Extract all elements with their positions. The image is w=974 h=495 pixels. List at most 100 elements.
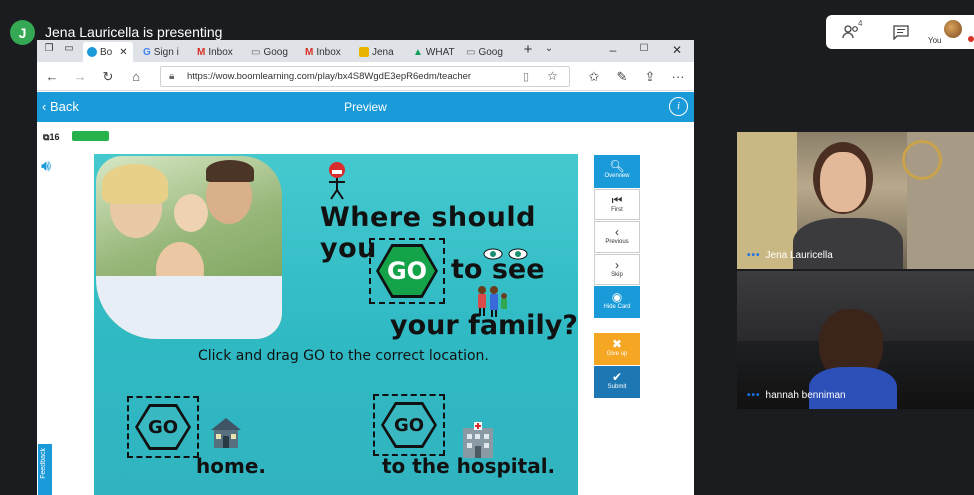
window-close-icon[interactable]: ✕ <box>667 43 687 57</box>
participant-name-text: hannah benniman <box>765 390 846 401</box>
boy-clipart-icon <box>329 162 345 200</box>
checkmark-icon: ✔ <box>611 370 623 384</box>
tab-inbox-1[interactable]: M Inbox <box>193 42 243 62</box>
url-text: https://wow.boomlearning.com/play/bx4S8W… <box>187 71 472 82</box>
tab-label: Jena <box>372 46 394 58</box>
tab-label: Goog <box>478 46 503 58</box>
page-icon: ▭ <box>251 46 261 58</box>
notification-dot <box>968 36 974 42</box>
minimize-icon[interactable]: – <box>603 43 623 57</box>
google-icon: G <box>143 46 151 58</box>
drive-icon: ▲ <box>413 46 423 58</box>
go-outline-label: GO <box>138 407 188 447</box>
presenter-avatar: J <box>10 20 35 45</box>
go-outline-label: GO <box>384 405 434 445</box>
overview-label: Overview <box>604 173 630 179</box>
participant-tile-1[interactable]: ••• Jena Lauricella <box>737 132 974 269</box>
give-up-label: Give up <box>606 351 628 357</box>
back-arrow-icon[interactable]: ← <box>43 68 61 86</box>
favorites-icon[interactable]: ✩ <box>585 68 603 86</box>
info-icon[interactable]: i <box>669 97 688 116</box>
hide-card-label: Hide Card <box>603 304 631 310</box>
maximize-icon[interactable]: ☐ <box>634 43 654 54</box>
tab-google-1[interactable]: ▭ Goog <box>247 42 297 62</box>
you-avatar[interactable] <box>944 20 962 38</box>
refresh-icon[interactable]: ↻ <box>99 68 117 86</box>
first-label: First <box>611 207 623 213</box>
tab-label: Inbox <box>316 46 341 58</box>
previous-button[interactable]: ‹ Previous <box>594 221 640 253</box>
overview-button[interactable]: 🔍︎ Overview <box>594 155 640 188</box>
chat-icon[interactable] <box>888 22 914 42</box>
tab-aside-icon[interactable]: ▭ <box>59 43 79 54</box>
reading-view-icon[interactable]: ▯ <box>523 70 529 83</box>
submit-button[interactable]: ✔ Submit <box>594 366 640 398</box>
lock-icon: 🔒︎ <box>169 71 175 82</box>
url-field[interactable]: 🔒︎ https://wow.boomlearning.com/play/bx4… <box>160 66 570 87</box>
home-label: home. <box>196 454 266 478</box>
page-title: Preview <box>344 100 387 114</box>
first-button[interactable]: ⏮ First <box>594 189 640 220</box>
tab-label: Goog <box>263 46 288 58</box>
tab-label: WHAT <box>425 46 455 58</box>
new-tab-icon[interactable]: + <box>518 41 538 58</box>
star-icon[interactable]: ☆ <box>547 69 558 83</box>
tab-what[interactable]: ▲ WHAT <box>409 42 459 62</box>
chevron-left-icon: ‹ <box>615 225 619 239</box>
question-line-3: your family? <box>390 310 578 341</box>
skip-button[interactable]: › Skip <box>594 254 640 285</box>
gmail-icon: M <box>305 46 314 58</box>
forward-arrow-icon[interactable]: → <box>71 68 89 86</box>
wall-clock <box>902 140 942 180</box>
page-icon: ▭ <box>466 46 476 58</box>
share-icon[interactable]: ⇪ <box>641 68 659 86</box>
participant-name-text: Jena Lauricella <box>765 250 833 261</box>
close-icon[interactable]: ✕ <box>119 47 127 58</box>
shared-browser-window: ❐ ▭ Bo ✕ G Sign i M Inbox ▭ Goog M Inbox… <box>37 40 694 495</box>
people-count: 4 <box>858 19 863 28</box>
skip-label: Skip <box>611 272 623 278</box>
chevron-down-icon[interactable]: ⌄ <box>539 43 559 54</box>
tab-jena[interactable]: Jena <box>355 42 403 62</box>
address-bar: ← → ↻ ⌂ 🔒︎ https://wow.boomlearning.com/… <box>37 62 694 91</box>
participant-face <box>820 152 866 212</box>
card-count-value: 16 <box>49 132 60 142</box>
tab-actions-icon[interactable]: ❐ <box>39 43 59 54</box>
presenter-status: Jena Lauricella is presenting <box>45 24 223 40</box>
progress-bar <box>72 131 109 141</box>
pen-icon[interactable]: ✎ <box>613 68 631 86</box>
home-icon[interactable]: ⌂ <box>127 68 145 86</box>
house-icon <box>211 418 241 448</box>
boom-icon <box>87 47 97 57</box>
previous-label: Previous <box>605 239 629 245</box>
more-icon[interactable]: ··· <box>669 68 687 86</box>
eyes-icon <box>483 248 528 260</box>
hospital-label: to the hospital. <box>382 454 556 478</box>
feedback-tab[interactable]: Feedback <box>38 444 52 495</box>
tab-label: Sign i <box>153 46 179 58</box>
chevron-right-icon: › <box>615 258 619 272</box>
speaker-icon[interactable]: 🔊︎ <box>41 158 51 176</box>
participant-tile-2[interactable]: ••• hannah benniman <box>737 271 974 409</box>
tab-label: Inbox <box>208 46 233 58</box>
feedback-label: Feedback <box>40 448 47 479</box>
boom-card: Where should you GO to see your family? … <box>94 154 578 495</box>
boom-header: ‹ Back Preview i <box>37 92 694 122</box>
photo-icon <box>359 47 369 57</box>
x-icon: ✖ <box>611 337 623 351</box>
give-up-button[interactable]: ✖ Give up <box>594 333 640 365</box>
family-photo <box>96 156 282 339</box>
instruction-text: Click and drag GO to the correct locatio… <box>198 348 489 364</box>
hide-card-button[interactable]: ◉ Hide Card <box>594 286 640 318</box>
tab-inbox-2[interactable]: M Inbox <box>301 42 353 62</box>
tab-boom[interactable]: Bo ✕ <box>83 42 133 62</box>
go-label: GO <box>379 247 435 295</box>
tab-sign-in[interactable]: G Sign i <box>139 42 187 62</box>
audio-level-icon: ••• <box>747 390 761 401</box>
audio-level-icon: ••• <box>747 250 761 261</box>
skip-back-icon: ⏮ <box>611 193 623 207</box>
tab-label: Bo <box>100 46 113 58</box>
tab-google-2[interactable]: ▭ Goog <box>462 42 512 62</box>
card-count: ⧉16 <box>43 132 59 143</box>
eye-icon: ◉ <box>611 290 623 304</box>
